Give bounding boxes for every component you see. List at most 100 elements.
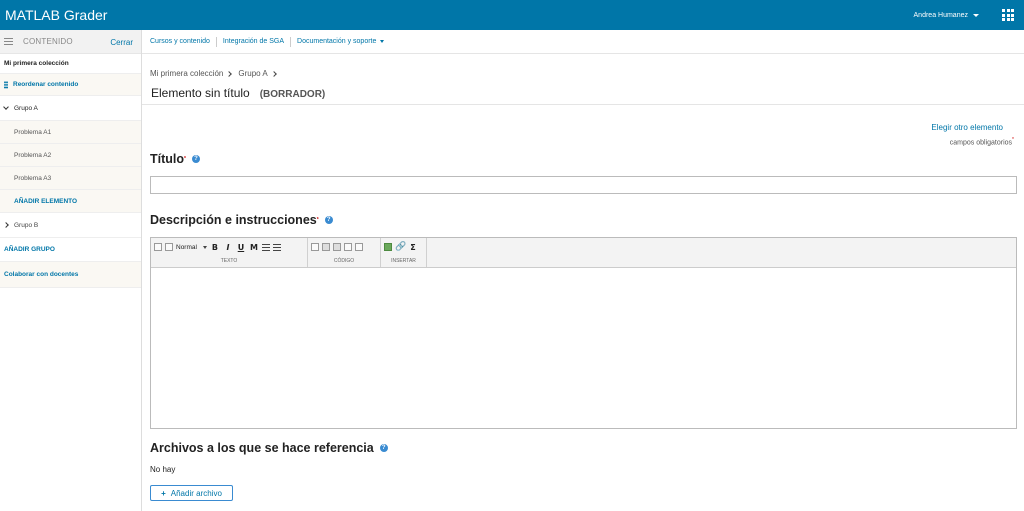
underline-icon[interactable]: U [236, 243, 246, 252]
page-title: Elemento sin título (BORRADOR) [151, 86, 325, 100]
item-title-text: Elemento sin título [151, 86, 250, 100]
toolbar-group-label: CÓDIGO [333, 258, 355, 264]
style-select[interactable]: Normal [176, 244, 207, 251]
insert-code-icon[interactable] [344, 243, 352, 251]
chevron-right-icon [270, 70, 277, 77]
group-b-label: Grupo B [14, 221, 39, 229]
breadcrumb-collection[interactable]: Mi primera colección [150, 69, 223, 78]
reorder-content-link[interactable]: Reordenar contenido [0, 74, 141, 96]
toolbar-group-code: CÓDIGO [308, 238, 381, 267]
required-fields-note: campos obligatorios* [950, 137, 1014, 146]
referenced-files-label: Archivos a los que se hace referencia ? [150, 441, 388, 455]
add-file-button[interactable]: + Añadir archivo [150, 485, 233, 501]
italic-icon[interactable]: I [223, 243, 233, 252]
caret-down-icon [380, 39, 385, 43]
description-label-text: Descripción e instrucciones [150, 213, 317, 227]
files-label-text: Archivos a los que se hace referencia [150, 441, 374, 455]
sidebar-item-problem-a3[interactable]: Problema A3 [0, 167, 141, 190]
sidebar-header: CONTENIDO Cerrar [0, 30, 141, 54]
style-value: Normal [176, 243, 197, 251]
description-editor-area[interactable] [151, 268, 1016, 428]
code-example-icon[interactable] [333, 243, 341, 251]
sidebar: CONTENIDO Cerrar Mi primera colección Re… [0, 30, 142, 511]
chevron-right-icon [226, 70, 233, 77]
chevron-right-icon[interactable] [3, 222, 9, 228]
toolbar-group-insert: 🔗 Σ INSERTAR [381, 238, 427, 267]
monospace-icon[interactable]: M [249, 243, 259, 252]
collaborate-label: Colaborar con docentes [4, 271, 79, 278]
caret-down-icon[interactable] [973, 13, 979, 17]
collaborate-link[interactable]: Colaborar con docentes [0, 262, 141, 288]
top-bar: MATLAB Grader Andrea Humanez [0, 0, 1024, 30]
inline-code-icon[interactable] [322, 243, 330, 251]
rich-text-editor: Normal B I U M TEXTO CÓDIGO 🔗 Σ INSERTAR [150, 237, 1017, 429]
divider [142, 104, 1024, 105]
breadcrumb: Mi primera colección Grupo A [150, 69, 283, 78]
required-asterisk: * [184, 156, 186, 162]
required-asterisk: * [1012, 137, 1014, 143]
title-input[interactable] [150, 176, 1017, 194]
add-item-label: AÑADIR ELEMENTO [14, 197, 78, 205]
app-title[interactable]: MATLAB Grader [0, 7, 107, 23]
add-group-label: AÑADIR GRUPO [4, 246, 55, 253]
nav-courses-content[interactable]: Cursos y contenido [150, 38, 216, 45]
sidebar-item-problem-a1[interactable]: Problema A1 [0, 121, 141, 144]
problem-label: Problema A1 [14, 128, 52, 136]
bulleted-list-icon[interactable] [261, 243, 270, 251]
toolbar-group-label: TEXTO [220, 258, 238, 264]
user-name[interactable]: Andrea Humanez [914, 12, 968, 19]
drag-handle-icon [4, 80, 8, 89]
font-icon[interactable] [165, 243, 173, 251]
sub-navigation: Cursos y contenido Integración de SGA Do… [142, 30, 1024, 54]
help-icon[interactable]: ? [379, 444, 388, 452]
reorder-label: Reordenar contenido [13, 81, 79, 88]
problem-label: Problema A3 [14, 174, 52, 182]
close-sidebar-link[interactable]: Cerrar [110, 38, 133, 47]
nav-separator [215, 36, 217, 47]
user-menu[interactable]: Andrea Humanez [914, 0, 979, 30]
help-icon[interactable]: ? [191, 155, 200, 163]
problem-label: Problema A2 [14, 151, 52, 159]
title-field-label: Título * ? [150, 152, 200, 166]
status-badge: (BORRADOR) [259, 89, 326, 100]
bold-icon[interactable]: B [210, 243, 220, 252]
apps-grid-icon[interactable] [1002, 9, 1014, 21]
toolbar-group-label: INSERTAR [391, 258, 416, 264]
nav-lms-integration[interactable]: Integración de SGA [223, 38, 290, 45]
toolbar-group-text: Normal B I U M TEXTO [151, 238, 308, 267]
help-icon[interactable]: ? [324, 216, 333, 224]
choose-other-item-link[interactable]: Elegir otro elemento [931, 123, 1003, 132]
chevron-down-icon[interactable] [3, 104, 9, 110]
title-label-text: Título [150, 152, 185, 166]
hamburger-icon[interactable] [4, 38, 13, 45]
main-content: Cursos y contenido Integración de SGA Do… [142, 30, 1024, 511]
sidebar-group-a[interactable]: Grupo A [0, 96, 141, 121]
caret-down-icon [202, 245, 207, 249]
plus-icon: + [161, 488, 166, 498]
image-icon[interactable] [384, 243, 392, 251]
insert-output-icon[interactable] [355, 243, 363, 251]
no-files-text: No hay [150, 465, 176, 474]
required-asterisk: * [316, 217, 319, 223]
code-block-icon[interactable] [311, 243, 319, 251]
required-note-text: campos obligatorios [949, 139, 1013, 147]
nav-docs-label: Documentación y soporte [297, 38, 377, 45]
nav-docs-support[interactable]: Documentación y soporte [297, 38, 390, 45]
collection-label: Mi primera colección [4, 60, 69, 67]
add-item-link[interactable]: AÑADIR ELEMENTO [0, 190, 141, 213]
description-field-label: Descripción e instrucciones * ? [150, 213, 333, 227]
sidebar-title: CONTENIDO [23, 37, 73, 46]
sidebar-item-problem-a2[interactable]: Problema A2 [0, 144, 141, 167]
collection-title[interactable]: Mi primera colección [0, 54, 141, 74]
numbered-list-icon[interactable] [272, 243, 281, 251]
breadcrumb-group[interactable]: Grupo A [238, 69, 267, 78]
paragraph-icon[interactable] [154, 243, 162, 251]
sidebar-group-b[interactable]: Grupo B [0, 213, 141, 238]
equation-icon[interactable]: Σ [408, 243, 418, 252]
nav-separator [290, 36, 292, 47]
link-icon[interactable]: 🔗 [395, 242, 406, 252]
group-a-label: Grupo A [14, 104, 38, 112]
add-group-link[interactable]: AÑADIR GRUPO [0, 238, 141, 262]
editor-toolbar: Normal B I U M TEXTO CÓDIGO 🔗 Σ INSERTAR [151, 238, 1016, 268]
add-file-label: Añadir archivo [170, 488, 222, 498]
